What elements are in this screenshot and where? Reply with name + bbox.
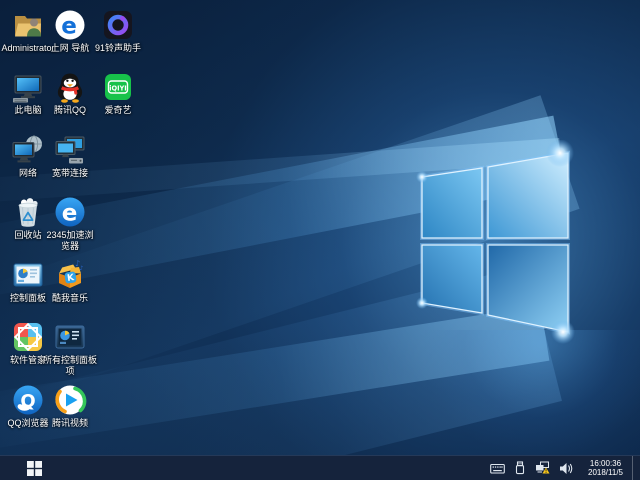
this-pc-icon: [11, 70, 45, 104]
desktop-icon-label: 2345加速浏览器: [42, 230, 98, 252]
qq-penguin-icon: [53, 70, 87, 104]
desktop-icon-label: 91铃声助手: [90, 43, 146, 54]
desktop-icon-2345-browser[interactable]: e 2345加速浏览器: [42, 195, 98, 252]
broadband-connection-icon: [53, 133, 87, 167]
clock-time: 16:00:36: [588, 459, 623, 469]
system-tray: 16:00:36 2018/11/5: [490, 456, 640, 480]
touch-keyboard-icon[interactable]: [490, 462, 505, 475]
desktop-icon-tencent-video[interactable]: 腾讯视频: [42, 383, 98, 429]
recycle-bin-icon: [11, 195, 45, 229]
clock-date: 2018/11/5: [588, 468, 623, 478]
windows-logo-wallpaper: [410, 140, 590, 350]
taskbar-clock[interactable]: 16:00:36 2018/11/5: [588, 459, 623, 478]
desktop-icon-iqiyi[interactable]: iQIYI 爱奇艺: [90, 70, 146, 116]
show-desktop-button[interactable]: [632, 456, 638, 480]
desktop-icon-all-control-panel[interactable]: 所有控制面板项: [42, 320, 98, 377]
browser-2345-icon: e: [53, 195, 87, 229]
browser-e-icon: e: [53, 8, 87, 42]
tencent-video-icon: [53, 383, 87, 417]
software-manager-icon: [11, 320, 45, 354]
volume-icon[interactable]: [559, 462, 573, 475]
desktop-icon-label: 酷我音乐: [42, 293, 98, 304]
start-button[interactable]: [0, 456, 68, 480]
windows-desktop: Administrator 此电脑 网络: [0, 0, 640, 480]
2345-e-glyph: e: [62, 201, 78, 227]
kuwo-music-icon: K ♪ ♪: [53, 258, 87, 292]
ringtone-91-icon: [101, 8, 135, 42]
qq-browser-icon: Q: [11, 383, 45, 417]
all-control-panel-items-icon: [53, 320, 87, 354]
control-panel-icon: [11, 258, 45, 292]
desktop-icon-91-ringtone[interactable]: 91铃声助手: [90, 8, 146, 54]
desktop-icon-label: 腾讯视频: [42, 418, 98, 429]
desktop-icon-kuwo-music[interactable]: K ♪ ♪ 酷我音乐: [42, 258, 98, 304]
iqiyi-icon: iQIYI: [101, 70, 135, 104]
network-warning-icon[interactable]: [535, 461, 550, 475]
usb-device-icon[interactable]: [514, 461, 526, 475]
user-folder-icon: [11, 8, 45, 42]
taskbar: 16:00:36 2018/11/5: [0, 455, 640, 480]
windows-start-icon: [27, 461, 42, 476]
iqiyi-wordmark-glyph: iQIYI: [109, 85, 127, 93]
music-note-glyph: ♪: [80, 265, 84, 272]
desktop-icon-label: 宽带连接: [42, 168, 98, 179]
desktop-icon-broadband[interactable]: 宽带连接: [42, 133, 98, 179]
desktop-icon-label: 爱奇艺: [90, 105, 146, 116]
network-icon: [11, 133, 45, 167]
nav-e-glyph: e: [61, 14, 77, 40]
desktop-icon-label: 所有控制面板项: [42, 355, 98, 377]
